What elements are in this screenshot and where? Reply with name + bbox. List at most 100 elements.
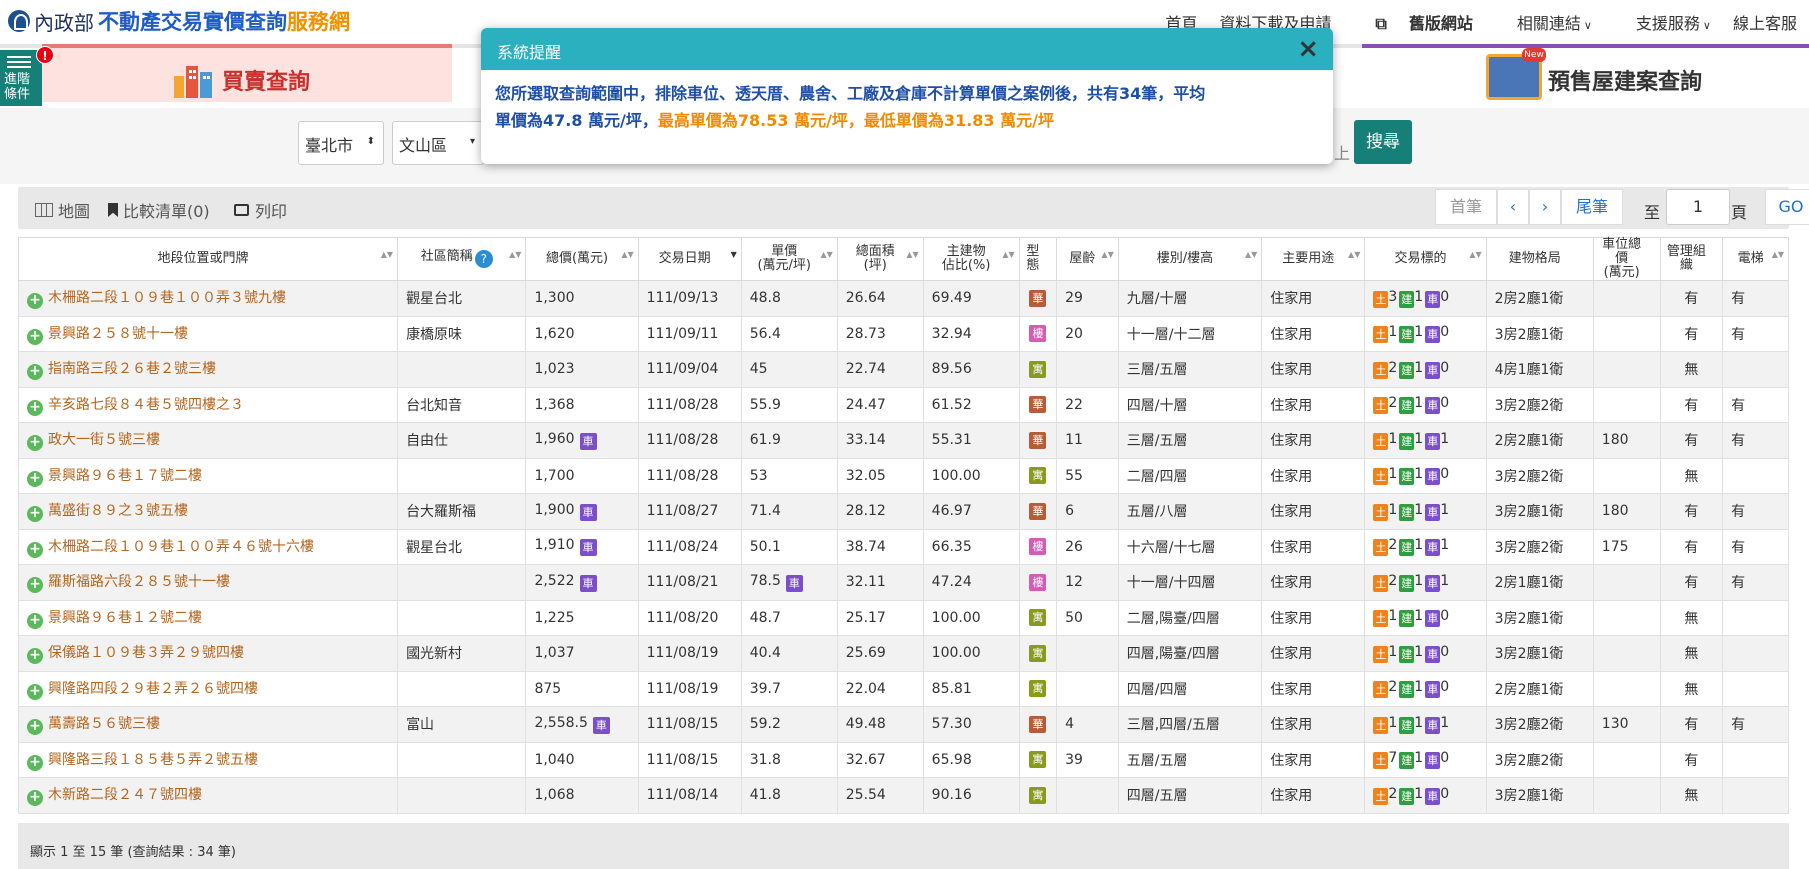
close-icon[interactable]: × xyxy=(1297,34,1319,64)
sort-icon[interactable]: ▲▼ xyxy=(1101,251,1113,259)
table-row[interactable]: + 木柵路二段１０９巷１００弄３號九樓 觀星台北 1,300 111/09/13 48.8… xyxy=(17,280,1789,317)
expand-plus-icon[interactable]: + xyxy=(27,577,43,594)
site-logo[interactable]: 內政部 不動產交易實價查詢 服務網 xyxy=(8,7,350,35)
column-header[interactable]: 主要用途 ▲▼ xyxy=(1261,237,1366,281)
cell-management: 無 xyxy=(1659,670,1724,707)
district-select[interactable]: 文山區 ▾ xyxy=(392,121,484,165)
cell-address[interactable]: + 萬壽路５６號三樓 xyxy=(17,706,399,743)
expand-plus-icon[interactable]: + xyxy=(27,754,43,771)
nav-support[interactable]: 支援服務 ∨ xyxy=(1614,10,1711,34)
column-header[interactable]: 單價 (萬元/坪) ▲▼ xyxy=(740,237,838,281)
city-select[interactable]: 臺北市 ⬍ xyxy=(298,121,384,165)
table-row[interactable]: + 羅斯福路六段２８５號十一樓 2,522 車 111/08/21 78.5 車 32.11 4… xyxy=(17,564,1789,601)
table-row[interactable]: + 萬盛街８９之３號五樓 台大羅斯福 1,900 車 111/08/27 71.4 28.12… xyxy=(17,493,1789,530)
expand-plus-icon[interactable]: + xyxy=(27,719,43,736)
column-header[interactable]: 建物格局 xyxy=(1485,237,1594,281)
sort-icon[interactable]: ▲▼ xyxy=(1002,251,1014,259)
cell-address[interactable]: + 木新路二段２４７號四樓 xyxy=(17,777,399,814)
cell-address[interactable]: + 木柵路二段１０９巷１００弄４６號十六樓 xyxy=(17,528,399,565)
sort-icon[interactable]: ▲▼ xyxy=(509,251,521,259)
expand-plus-icon[interactable]: + xyxy=(27,790,43,807)
tab-buy-sell[interactable]: 買賣查詢 xyxy=(42,44,452,102)
nav-online-service[interactable]: 線上客服 xyxy=(1733,10,1797,34)
cell-usage: 住家用 xyxy=(1261,493,1366,530)
nav-links[interactable]: 相關連結 ∨ xyxy=(1495,10,1592,34)
sort-icon[interactable]: ▲▼ xyxy=(381,251,393,259)
column-header[interactable]: 主建物 佔比(%) ▲▼ xyxy=(922,237,1020,281)
expand-plus-icon[interactable]: + xyxy=(27,435,43,452)
cell-address[interactable]: + 景興路２５８號十一樓 xyxy=(17,315,399,352)
column-header[interactable]: 電梯 ▲▼ xyxy=(1722,237,1789,281)
cell-address[interactable]: + 萬盛街８９之３號五樓 xyxy=(17,493,399,530)
table-row[interactable]: + 木柵路二段１０９巷１００弄４６號十六樓 觀星台北 1,910 車 111/08/24 5… xyxy=(17,528,1789,565)
sort-icon[interactable]: ▲▼ xyxy=(1772,251,1784,259)
map-button[interactable]: 地圖 xyxy=(35,198,90,222)
cell-address[interactable]: + 指南路三段２６巷２號三樓 xyxy=(17,351,399,388)
table-row[interactable]: + 指南路三段２６巷２號三樓 1,023 111/09/04 45 22.74 89.56 寓… xyxy=(17,351,1789,388)
cell-layout: 3房2廳2衛 xyxy=(1485,457,1594,494)
expand-plus-icon[interactable]: + xyxy=(27,328,43,345)
first-page-button[interactable]: 首筆 xyxy=(1435,189,1497,225)
column-header[interactable]: 樓別/樓高 ▲▼ xyxy=(1117,237,1263,281)
expand-plus-icon[interactable]: + xyxy=(27,470,43,487)
sort-icon[interactable]: ▲▼ xyxy=(1245,251,1257,259)
expand-plus-icon[interactable]: + xyxy=(27,293,43,310)
expand-plus-icon[interactable]: + xyxy=(27,683,43,700)
expand-plus-icon[interactable]: + xyxy=(27,612,43,629)
next-page-button[interactable]: › xyxy=(1529,189,1561,225)
cell-address[interactable]: + 辛亥路七段８４巷５號四樓之３ xyxy=(17,386,399,423)
compare-list-button[interactable]: 比較清單(0) xyxy=(108,198,210,222)
sort-icon[interactable]: ▲▼ xyxy=(906,251,918,259)
expand-plus-icon[interactable]: + xyxy=(27,506,43,523)
sort-icon[interactable]: ▲▼ xyxy=(621,251,633,259)
cell-address[interactable]: + 景興路９６巷１７號二樓 xyxy=(17,457,399,494)
sort-icon[interactable]: ▲▼ xyxy=(1469,251,1481,259)
prev-page-button[interactable]: ‹ xyxy=(1497,189,1529,225)
print-button[interactable]: 列印 xyxy=(234,198,287,222)
column-header[interactable]: 管理組織 xyxy=(1659,237,1724,281)
cell-parking-price xyxy=(1592,635,1661,672)
search-button[interactable]: 搜尋 xyxy=(1354,120,1412,164)
column-header[interactable]: 交易標的 ▲▼ xyxy=(1364,237,1487,281)
expand-plus-icon[interactable]: + xyxy=(27,399,43,416)
cell-building-type: 寓 xyxy=(1018,670,1058,707)
table-row[interactable]: + 萬壽路５６號三樓 富山 2,558.5 車 111/08/15 59.2 49.48 57.… xyxy=(17,706,1789,743)
column-header[interactable]: 車位總價 (萬元) xyxy=(1592,237,1661,281)
go-button[interactable]: GO xyxy=(1765,189,1809,225)
sort-icon[interactable]: ▼ xyxy=(731,251,737,259)
sort-icon[interactable]: ▲▼ xyxy=(820,251,832,259)
expand-plus-icon[interactable]: + xyxy=(27,541,43,558)
table-row[interactable]: + 興隆路四段２９巷２弄２６號四樓 875 111/08/19 39.7 22.04 85.… xyxy=(17,670,1789,707)
column-header[interactable]: 社區簡稱? ▲▼ xyxy=(397,237,527,281)
column-header[interactable]: 地段位置或門牌 ▲▼ xyxy=(17,237,399,281)
expand-plus-icon[interactable]: + xyxy=(27,648,43,665)
table-row[interactable]: + 木新路二段２４７號四樓 1,068 111/08/14 41.8 25.54 90.16… xyxy=(17,777,1789,814)
column-header[interactable]: 總價(萬元) ▲▼ xyxy=(525,237,639,281)
table-row[interactable]: + 興隆路三段１８５巷５弄２號五樓 1,040 111/08/15 31.8 32.67 6… xyxy=(17,741,1789,778)
cell-address[interactable]: + 羅斯福路六段２８５號十一樓 xyxy=(17,564,399,601)
page-number-input[interactable]: 1 xyxy=(1666,189,1730,225)
cell-address[interactable]: + 保儀路１０９巷３弄２９號四樓 xyxy=(17,635,399,672)
cell-address[interactable]: + 興隆路三段１８５巷５弄２號五樓 xyxy=(17,741,399,778)
column-header[interactable]: 總面積 (坪) ▲▼ xyxy=(836,237,924,281)
cell-floor: 四層/四層 xyxy=(1117,670,1263,707)
table-row[interactable]: + 景興路９６巷１７號二樓 1,700 111/08/28 53 32.05 100.00 寓… xyxy=(17,457,1789,494)
tab-presale[interactable]: New 預售屋建案查詢 xyxy=(1362,44,1809,102)
column-header[interactable]: 型態 xyxy=(1018,237,1058,281)
table-row[interactable]: + 景興路９６巷１２號二樓 1,225 111/08/20 48.7 25.17 100.0… xyxy=(17,599,1789,636)
column-header[interactable]: 交易日期 ▼ xyxy=(637,237,742,281)
cell-address[interactable]: + 政大一街５號三樓 xyxy=(17,422,399,459)
last-page-button[interactable]: 尾筆 xyxy=(1561,189,1623,225)
cell-address[interactable]: + 興隆路四段２９巷２弄２６號四樓 xyxy=(17,670,399,707)
table-row[interactable]: + 景興路２５８號十一樓 康橋原味 1,620 111/09/11 56.4 28.73 32… xyxy=(17,315,1789,352)
expand-plus-icon[interactable]: + xyxy=(27,364,43,381)
table-row[interactable]: + 保儀路１０９巷３弄２９號四樓 國光新村 1,037 111/08/19 40.4 25.… xyxy=(17,635,1789,672)
sort-icon[interactable]: ▲▼ xyxy=(1348,251,1360,259)
column-header[interactable]: 屋齡 ▲▼ xyxy=(1056,237,1119,281)
nav-old-site[interactable]: ⧉ 舊版網站 xyxy=(1353,10,1472,34)
table-row[interactable]: + 辛亥路七段８４巷５號四樓之３ 台北知音 1,368 111/08/28 55.9 24.… xyxy=(17,386,1789,423)
cell-address[interactable]: + 木柵路二段１０９巷１００弄３號九樓 xyxy=(17,280,399,317)
cell-address[interactable]: + 景興路９６巷１２號二樓 xyxy=(17,599,399,636)
help-icon[interactable]: ? xyxy=(474,250,493,268)
table-row[interactable]: + 政大一街５號三樓 自由仕 1,960 車 111/08/28 61.9 33.14 55.3… xyxy=(17,422,1789,459)
